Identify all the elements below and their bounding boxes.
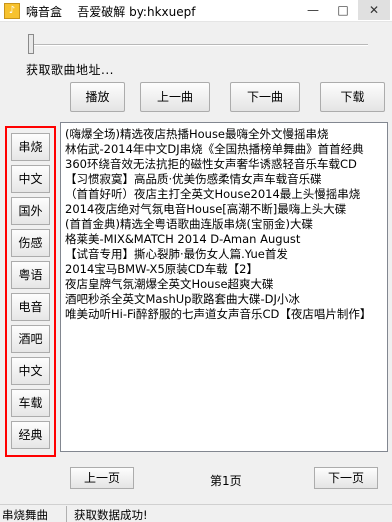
category-button[interactable]: 经典 <box>11 421 50 449</box>
song-list-item[interactable]: 林佑武-2014年中文DJ串烧《全国热播榜单舞曲》首首经典 <box>65 142 383 157</box>
song-list-item[interactable]: 360环绕音效无法抗拒的磁性女声奢华诱惑轻音乐车载CD <box>65 157 383 172</box>
category-button[interactable]: 伤感 <box>11 229 50 257</box>
song-list[interactable]: (嗨爆全场)精选夜店热播House最嗨全外文慢摇串烧 林佑武-2014年中文DJ… <box>60 122 388 452</box>
category-button[interactable]: 中文 <box>11 357 50 385</box>
category-button[interactable]: 车载 <box>11 389 50 417</box>
window-title: 嗨音盒 吾爱破解 by:hkxuepf <box>26 5 196 19</box>
next-page-button[interactable]: 下一页 <box>314 467 378 489</box>
app-logo-icon: ♪ <box>4 3 20 19</box>
status-message: 获取数据成功! <box>74 508 148 522</box>
maximize-icon[interactable]: □ <box>328 0 358 20</box>
song-list-item[interactable]: 格莱美-MIX&MATCH 2014 D-Aman August <box>65 232 383 247</box>
category-button[interactable]: 粤语 <box>11 261 50 289</box>
status-divider <box>66 506 67 522</box>
song-list-item[interactable]: (首首金典)精选全粤语歌曲连版串烧(宝丽金)大碟 <box>65 217 383 232</box>
title-bar: ♪ 嗨音盒 吾爱破解 by:hkxuepf — □ ✕ <box>0 0 392 22</box>
category-button[interactable]: 酒吧 <box>11 325 50 353</box>
song-list-item[interactable]: 唯美动听Hi-Fi醉舒服的七声道女声音乐CD【夜店唱片制作】 <box>65 307 383 322</box>
prev-page-button[interactable]: 上一页 <box>70 467 134 489</box>
progress-slider-thumb[interactable] <box>28 34 34 54</box>
prev-track-button[interactable]: 上一曲 <box>140 82 210 112</box>
category-panel: 串烧 中文 国外 伤感 粤语 电音 酒吧 中文 车载 经典 <box>5 126 56 457</box>
page-indicator: 第1页 <box>210 474 242 488</box>
next-track-button[interactable]: 下一曲 <box>230 82 300 112</box>
category-button[interactable]: 中文 <box>11 165 50 193</box>
play-button[interactable]: 播放 <box>70 82 125 112</box>
status-category-label: 串烧舞曲 <box>2 508 48 522</box>
close-icon[interactable]: ✕ <box>358 0 390 20</box>
song-list-item[interactable]: 2014夜店绝对气氛电音House[高潮不断]最嗨上头大碟 <box>65 202 383 217</box>
minimize-icon[interactable]: — <box>298 0 328 20</box>
song-list-item[interactable]: (嗨爆全场)精选夜店热播House最嗨全外文慢摇串烧 <box>65 127 383 142</box>
download-button[interactable]: 下载 <box>320 82 385 112</box>
song-list-item[interactable]: 2014宝马BMW-X5原装CD车载【2】 <box>65 262 383 277</box>
category-button[interactable]: 串烧 <box>11 133 50 161</box>
fetch-status-text: 获取歌曲地址... <box>26 63 114 77</box>
category-button[interactable]: 电音 <box>11 293 50 321</box>
song-list-item[interactable]: 【习惯寂寞】高品质·优美伤感柔情女声车载音乐碟 <box>65 172 383 187</box>
song-list-item[interactable]: 【试音专用】撕心裂肺·最伤女人篇.Yue首发 <box>65 247 383 262</box>
progress-slider-track[interactable] <box>28 44 368 46</box>
song-list-item[interactable]: 夜店皇牌气氛潮爆全英文House超爽大碟 <box>65 277 383 292</box>
category-button[interactable]: 国外 <box>11 197 50 225</box>
status-bar: 串烧舞曲 获取数据成功! <box>0 504 392 522</box>
song-list-item[interactable]: （首首好听）夜店主打全英文House2014最上头慢摇串烧 <box>65 187 383 202</box>
song-list-item[interactable]: 酒吧秒杀全英文MashUp歌路套曲大碟-DJ小冰 <box>65 292 383 307</box>
